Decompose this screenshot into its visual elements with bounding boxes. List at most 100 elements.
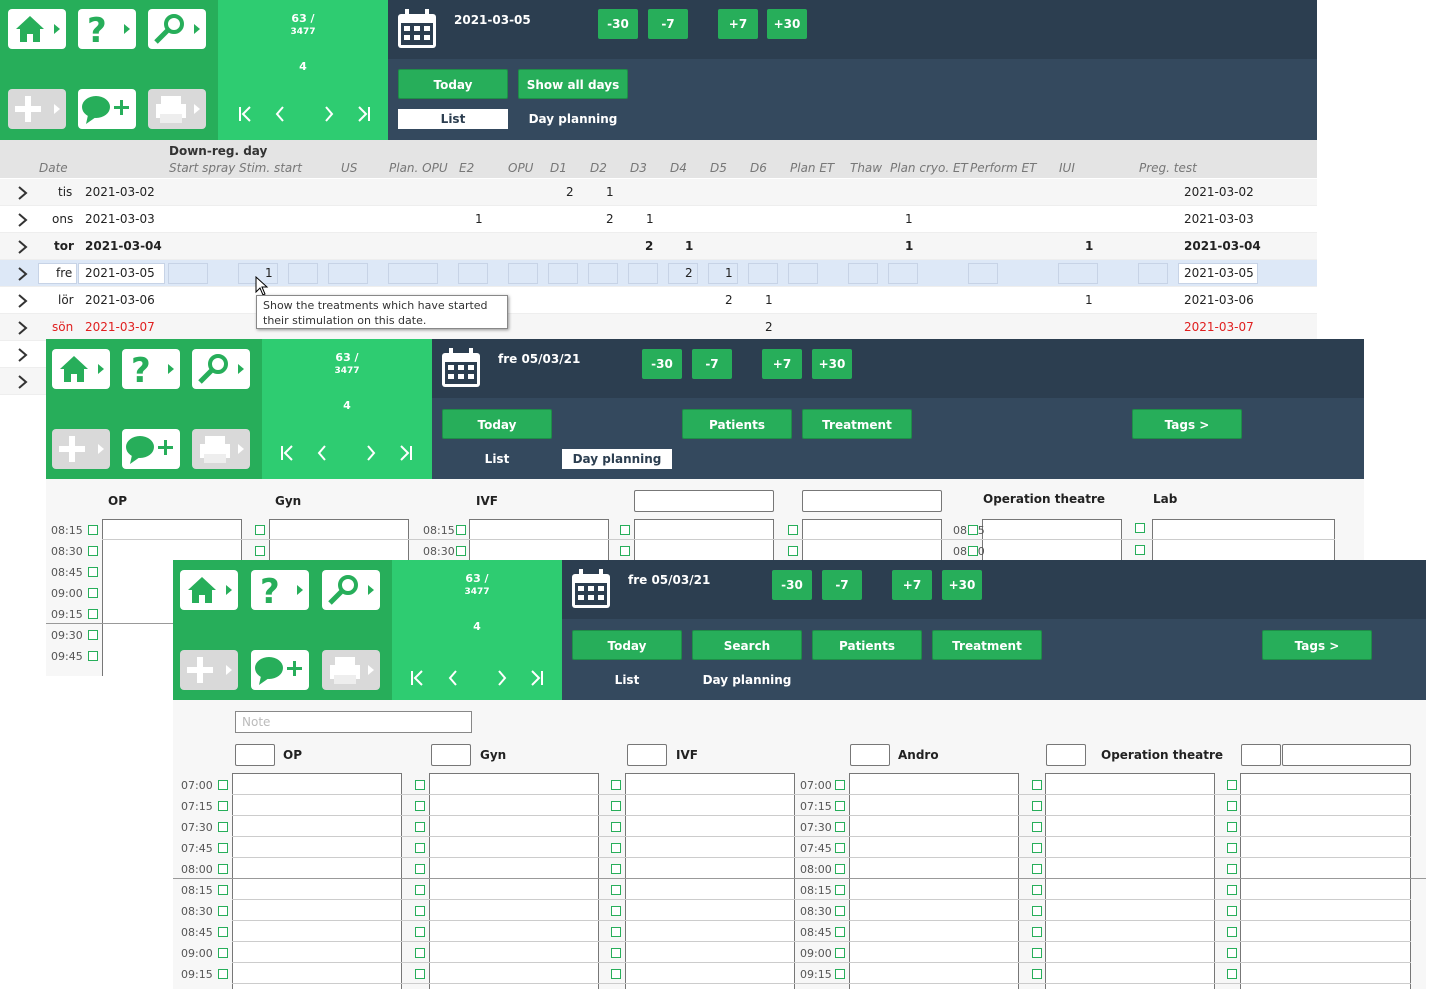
- tab-list[interactable]: List: [572, 670, 682, 690]
- today-button[interactable]: Today: [398, 69, 508, 99]
- slot-checkbox[interactable]: [218, 822, 228, 832]
- today-button[interactable]: Today: [442, 409, 552, 439]
- slot-checkbox[interactable]: [1227, 948, 1237, 958]
- tags-button[interactable]: Tags >: [1262, 630, 1372, 660]
- slot-column-andro[interactable]: [849, 773, 1019, 989]
- add-comment-button[interactable]: [251, 650, 309, 690]
- slot-checkbox[interactable]: [1227, 864, 1237, 874]
- cell-iui[interactable]: 1: [1085, 293, 1093, 307]
- cell-iui[interactable]: 1: [1085, 239, 1093, 253]
- prev-icon[interactable]: [439, 662, 467, 690]
- treatment-button[interactable]: Treatment: [802, 409, 912, 439]
- cell-d2[interactable]: [588, 263, 618, 284]
- chevron-right-icon[interactable]: [16, 347, 30, 363]
- chevron-right-icon[interactable]: [16, 239, 30, 255]
- slot-checkbox[interactable]: [620, 525, 630, 535]
- slot-column-op[interactable]: [232, 773, 402, 989]
- slot-checkbox[interactable]: [968, 546, 978, 556]
- slot-checkbox[interactable]: [835, 927, 845, 937]
- slot-checkbox[interactable]: [835, 948, 845, 958]
- slot-checkbox[interactable]: [1227, 780, 1237, 790]
- calendar-icon[interactable]: [396, 8, 438, 50]
- tags-button[interactable]: Tags >: [1132, 409, 1242, 439]
- cell-us[interactable]: [328, 263, 368, 284]
- patients-button[interactable]: Patients: [812, 630, 922, 660]
- next-icon[interactable]: [488, 662, 516, 690]
- slot-checkbox[interactable]: [968, 525, 978, 535]
- search-button[interactable]: [322, 570, 380, 610]
- slot-checkbox[interactable]: [1032, 822, 1042, 832]
- slot-checkbox[interactable]: [1135, 545, 1145, 555]
- slot-checkbox[interactable]: [88, 651, 98, 661]
- table-row-weekend[interactable]: sön 2021-03-07 2 2021-03-07: [0, 314, 1317, 341]
- slot-checkbox[interactable]: [1227, 906, 1237, 916]
- cell-d6[interactable]: [748, 263, 778, 284]
- add-comment-button[interactable]: [78, 89, 136, 129]
- slot-checkbox[interactable]: [611, 822, 621, 832]
- chevron-right-icon[interactable]: [16, 212, 30, 228]
- print-button[interactable]: [148, 89, 206, 129]
- slot-checkbox[interactable]: [88, 630, 98, 640]
- table-row[interactable]: lör 2021-03-06 2 1 1 2021-03-06: [0, 287, 1317, 314]
- slot-checkbox[interactable]: [415, 906, 425, 916]
- help-button[interactable]: ?: [78, 9, 136, 49]
- tab-day-planning[interactable]: Day planning: [518, 109, 628, 129]
- cell-d4[interactable]: 1: [685, 239, 693, 253]
- slot-checkbox[interactable]: [415, 801, 425, 811]
- col-d2[interactable]: D2: [590, 161, 607, 175]
- last-page-icon[interactable]: [523, 662, 551, 690]
- slot-column-ivf[interactable]: [625, 773, 795, 989]
- shift-minus-30-button[interactable]: -30: [772, 570, 812, 600]
- col-us[interactable]: US: [341, 161, 357, 175]
- col-plan-opu[interactable]: Plan. OPU: [389, 161, 448, 175]
- print-button[interactable]: [322, 650, 380, 690]
- slot-checkbox[interactable]: [1032, 948, 1042, 958]
- shift-plus-7-button[interactable]: +7: [762, 349, 802, 379]
- slot-checkbox[interactable]: [1032, 801, 1042, 811]
- col-e2[interactable]: E2: [459, 161, 474, 175]
- table-row[interactable]: ons 2021-03-03 1 2 1 1 2021-03-03: [0, 206, 1317, 233]
- slot-checkbox[interactable]: [835, 801, 845, 811]
- cell-preg-box[interactable]: [1138, 263, 1168, 284]
- slot-checkbox[interactable]: [835, 969, 845, 979]
- col-date[interactable]: Date: [39, 161, 68, 175]
- cell-e2[interactable]: [458, 263, 488, 284]
- slot-checkbox[interactable]: [611, 801, 621, 811]
- col-d4[interactable]: D4: [670, 161, 687, 175]
- print-button[interactable]: [192, 429, 250, 469]
- slot-checkbox[interactable]: [1032, 864, 1042, 874]
- col-plan-cryo-et[interactable]: Plan cryo. ET: [890, 161, 968, 175]
- cell-plan-cryo-et[interactable]: 1: [905, 239, 913, 253]
- slot-checkbox[interactable]: [415, 969, 425, 979]
- table-row[interactable]: tor 2021-03-04 2 1 1 1 2021-03-04: [0, 233, 1317, 260]
- slot-checkbox[interactable]: [611, 864, 621, 874]
- cell-d2[interactable]: 1: [606, 185, 614, 199]
- slot-checkbox[interactable]: [1227, 822, 1237, 832]
- cell-plan-cryo-et[interactable]: 1: [905, 212, 913, 226]
- col-d3[interactable]: D3: [630, 161, 647, 175]
- slot-checkbox[interactable]: [218, 927, 228, 937]
- slot-checkbox[interactable]: [218, 906, 228, 916]
- slot-checkbox[interactable]: [611, 948, 621, 958]
- cell-d6[interactable]: 1: [765, 293, 773, 307]
- cell-d6[interactable]: 2: [765, 320, 773, 334]
- cell-d1[interactable]: [548, 263, 578, 284]
- slot-checkbox[interactable]: [835, 780, 845, 790]
- slot-checkbox[interactable]: [1227, 885, 1237, 895]
- shift-minus-7-button[interactable]: -7: [822, 570, 862, 600]
- slot-checkbox[interactable]: [218, 843, 228, 853]
- shift-plus-30-button[interactable]: +30: [812, 349, 852, 379]
- slot-checkbox[interactable]: [415, 885, 425, 895]
- add-button[interactable]: [8, 89, 66, 129]
- slot-checkbox[interactable]: [620, 546, 630, 556]
- column-count-input[interactable]: [235, 744, 275, 766]
- cell-d3[interactable]: [628, 263, 658, 284]
- chevron-right-icon[interactable]: [16, 266, 30, 282]
- column-count-input[interactable]: [431, 744, 471, 766]
- slot-checkbox[interactable]: [835, 843, 845, 853]
- add-button[interactable]: [52, 429, 110, 469]
- slot-checkbox[interactable]: [611, 885, 621, 895]
- cell-start-spray[interactable]: [168, 263, 208, 284]
- next-icon[interactable]: [357, 437, 385, 465]
- first-page-icon[interactable]: [403, 662, 431, 690]
